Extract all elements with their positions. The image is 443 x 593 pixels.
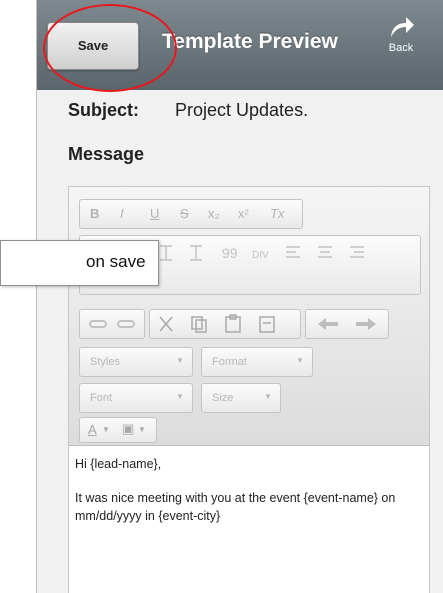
subscript-button[interactable]: x₂ [208,206,220,221]
size-label: Size [212,392,234,404]
annotation-callout: on save [0,240,159,286]
strike-button[interactable]: S [180,206,189,221]
subject-label: Subject: [68,100,140,120]
bg-color-chevron-icon: ▼ [138,425,146,434]
styles-dropdown[interactable]: Styles ▼ [79,347,193,377]
toolbar-group-basicstyles: B I U S x₂ x² Tx [79,199,303,229]
toolbar-group-colors: A ▼ ▣ ▼ [79,417,157,443]
blockquote-icon[interactable]: 99 [222,245,238,261]
chevron-down-icon: ▼ [264,392,272,401]
superscript-button[interactable]: x² [238,206,249,221]
save-button[interactable]: Save [47,22,139,70]
nav-header: Save Template Preview Back [37,0,443,90]
outdent-icon[interactable] [160,245,172,261]
toolbar-group-links [79,309,145,339]
redo-icon[interactable] [356,318,376,330]
underline-button[interactable]: U [150,206,159,221]
body-line: It was nice meeting with you at the even… [75,491,396,523]
annotation-text: on save [86,252,146,271]
undo-icon[interactable] [318,318,338,330]
remove-format-button[interactable]: Tx [270,206,284,221]
size-dropdown[interactable]: Size ▼ [201,383,281,413]
bg-color-button[interactable]: ▣ [122,421,134,437]
copy-icon[interactable] [191,316,207,333]
subject-row: Subject: Project Updates. [68,100,308,121]
paste-icon[interactable] [225,314,241,333]
toolbar-group-clipboard [149,309,301,339]
undo-icons [318,318,376,330]
links-icons [89,320,135,328]
paste-text-icon[interactable] [259,316,275,333]
editor-content[interactable]: Hi {lead-name}, It was nice meeting with… [75,455,425,541]
chevron-down-icon: ▼ [176,392,184,401]
justify-left-icon[interactable] [286,246,300,258]
indent-icon[interactable] [190,245,202,261]
unlink-icon[interactable] [117,320,135,328]
font-dropdown[interactable]: Font ▼ [79,383,193,413]
text-color-chevron-icon: ▼ [102,425,110,434]
cut-icon[interactable] [159,316,173,332]
justify-center-icon[interactable] [318,246,332,258]
editor-toolbar: B I U S x₂ x² Tx 99 DIV Styles ▼ Format … [69,187,429,446]
text-color-button[interactable]: A [88,422,97,437]
back-arrow-icon [391,17,414,37]
format-label: Format [212,356,247,368]
chevron-down-icon: ▼ [296,356,304,365]
italic-button[interactable]: I [120,206,124,221]
toolbar-group-undo [305,309,389,339]
justify-right-icon[interactable] [350,246,364,258]
clipboard-icons [159,314,275,333]
format-dropdown[interactable]: Format ▼ [201,347,313,377]
message-label: Message [68,144,145,164]
back-button[interactable]: Back [381,12,421,82]
greeting-line: Hi {lead-name}, [75,457,162,471]
phone-screen: Save Template Preview Back Subject: Proj… [36,0,443,593]
styles-label: Styles [90,356,120,368]
div-container-icon[interactable]: DIV [252,250,269,261]
font-label: Font [90,392,113,404]
subject-value: Project Updates. [175,100,309,120]
bold-button[interactable]: B [90,206,99,221]
page-title: Template Preview [162,30,338,53]
link-icon[interactable] [89,320,107,328]
chevron-down-icon: ▼ [176,356,184,365]
back-label: Back [388,42,414,54]
